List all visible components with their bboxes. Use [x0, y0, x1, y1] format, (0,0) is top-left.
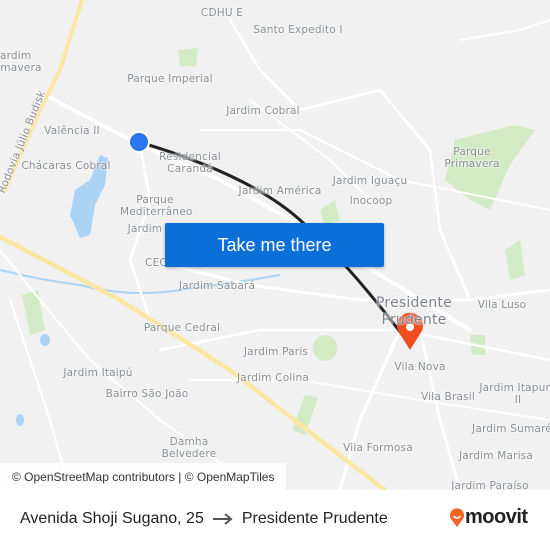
map-label: Jardim Sabará	[178, 280, 256, 292]
origin-dot-icon[interactable]	[128, 131, 150, 153]
map-label: Jardim Paris	[243, 346, 309, 358]
map-label: Vila Brasil	[420, 391, 476, 403]
map-label: Jardim Paraíso	[451, 480, 529, 490]
map-label: Bairro São João	[105, 388, 189, 400]
map-label: Jardim América	[238, 185, 322, 197]
water	[16, 155, 108, 426]
map-label: Damha Belvedere	[161, 436, 217, 460]
origin-name: Avenida Shoji Sugano, 25	[20, 510, 204, 527]
map-label: Jardim Colina	[236, 372, 310, 384]
map-label: Jardim Itaipú	[63, 367, 133, 379]
brand-name: moovit	[465, 506, 528, 528]
map-label: CDHU E	[200, 7, 244, 19]
map-label: Jardim Cobral	[226, 105, 300, 117]
map-label: Jardim Itapura II	[479, 382, 550, 406]
map-label: Vila Luso	[477, 299, 527, 311]
map-label: Vila Nova	[394, 361, 446, 373]
map[interactable]: CDHU E Santo Expedito I Jardim Primavera…	[0, 0, 550, 490]
map-label: Parque Cedral	[143, 322, 221, 334]
map-label: Inocoop	[349, 195, 393, 207]
moovit-pin-icon	[450, 507, 464, 527]
map-label: Parque Imperial	[127, 73, 213, 85]
map-label: Jardim Iguaçu	[332, 175, 408, 187]
map-label: Jardim Primavera	[0, 50, 42, 74]
map-label: Residencial Carandá	[159, 151, 221, 175]
map-attribution[interactable]: © OpenStreetMap contributors | © OpenMap…	[0, 463, 287, 490]
destination-name: Presidente Prudente	[241, 510, 388, 527]
map-label: Jardim	[127, 223, 163, 235]
map-label: Parque Mediterrâneo	[120, 194, 193, 218]
map-label: Santo Expedito I	[253, 24, 343, 36]
map-label: Parque Primavera	[444, 146, 500, 170]
map-label: Jardim Sumaré	[472, 423, 550, 435]
take-me-there-button[interactable]: Take me there	[165, 223, 384, 267]
map-label: CEC	[145, 257, 167, 269]
arrow-right-icon	[212, 513, 233, 525]
map-label: Valência II	[44, 125, 100, 137]
city-label: Presidente Prudente	[376, 295, 452, 328]
map-label: Vila Formosa	[343, 442, 413, 454]
map-label: Chácaras Cobral	[21, 160, 111, 172]
map-label: Jardim Marisa	[458, 450, 534, 462]
moovit-logo: moovit	[449, 506, 528, 529]
route-summary: Avenida Shoji Sugano, 25 Presidente Prud…	[20, 510, 388, 528]
